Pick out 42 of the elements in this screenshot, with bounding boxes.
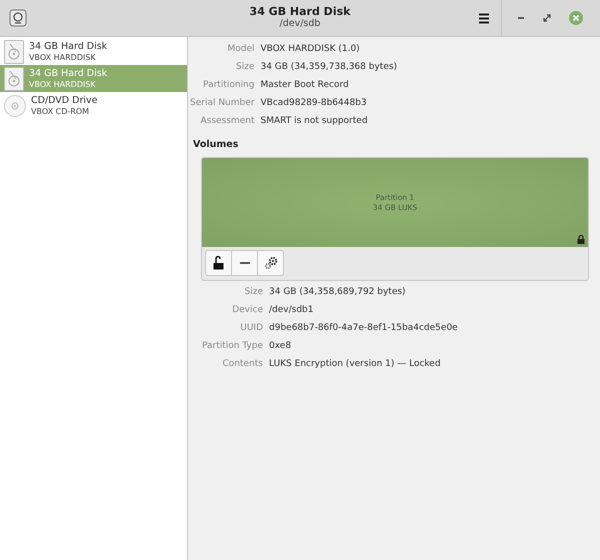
property-label: Device	[231, 304, 263, 316]
property-label: Partitioning	[202, 79, 254, 91]
property-label: UUID	[239, 322, 263, 334]
minimize-icon[interactable]	[517, 16, 525, 20]
property-value: 0xe8	[269, 340, 292, 352]
unlocked-padlock-icon	[212, 256, 224, 270]
volumes-heading: Volumes	[193, 139, 240, 150]
property-label: Size	[244, 286, 263, 298]
device-name: CD/DVD Drive	[31, 94, 98, 106]
device-model: VBOX HARDDISK	[29, 52, 97, 62]
device-name: 34 GB Hard Disk	[29, 68, 108, 78]
settings-button[interactable]	[257, 250, 284, 276]
property-label: Contents	[222, 358, 263, 370]
device-list-item[interactable]: 34 GB Hard Disk VBOX HARDDISK	[0, 38, 187, 65]
property-label: Serial Number	[190, 97, 254, 109]
property-value: SMART is not supported	[260, 115, 369, 127]
device-model: VBOX CD-ROM	[31, 106, 90, 116]
restore-icon[interactable]	[543, 14, 551, 22]
device-name: 34 GB Hard Disk	[29, 40, 108, 52]
property-label: Model	[226, 43, 254, 55]
property-value: VBcad98289-8b6448b3	[260, 97, 368, 109]
device-list-item[interactable]: CD/DVD Drive VBOX CD-ROM	[0, 92, 187, 119]
property-value: Master Boot Record	[260, 79, 350, 91]
property-value: /dev/sdb1	[269, 304, 314, 316]
optical-disc-icon	[4, 94, 26, 116]
property-value: VBOX HARDDISK (1.0)	[260, 43, 361, 55]
property-value: 34 GB (34,359,738,368 bytes)	[260, 61, 398, 73]
unlock-button[interactable]	[205, 250, 232, 276]
device-model: VBOX HARDDISK	[29, 78, 97, 90]
minus-icon	[240, 262, 250, 264]
window-subtitle: /dev/sdb	[280, 18, 320, 29]
remove-button[interactable]	[231, 250, 258, 276]
gears-icon	[264, 256, 278, 270]
disk-app-icon[interactable]	[9, 9, 27, 27]
property-value: d9be68b7-86f0-4a7e-8ef1-15ba4cde5e0e	[269, 322, 459, 334]
property-value: 34 GB (34,358,689,792 bytes)	[269, 286, 407, 298]
property-label: Size	[235, 61, 254, 73]
menu-icon[interactable]	[478, 12, 490, 24]
window-title: 34 GB Hard Disk	[250, 5, 350, 18]
property-label: Assessment	[199, 115, 254, 127]
property-label: Partition Type	[200, 340, 263, 352]
property-value: LUKS Encryption (version 1) — Locked	[269, 358, 442, 370]
